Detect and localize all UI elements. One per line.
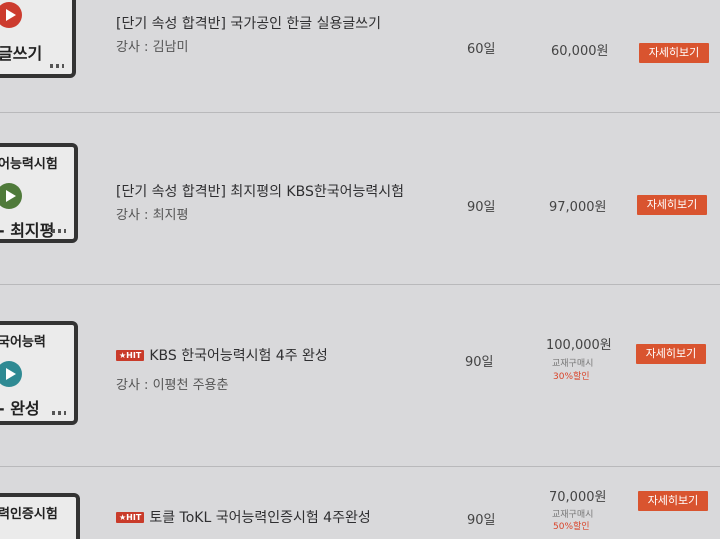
- hit-badge: ★HIT: [116, 512, 145, 523]
- course-days: 90일: [465, 355, 494, 370]
- thumbnail-text: - 완성: [0, 399, 40, 418]
- course-days: 90일: [467, 200, 496, 215]
- course-title-text: 토클 ToKL 국어능력인증시험 4주완성: [149, 510, 371, 526]
- dots-icon: [52, 411, 66, 415]
- play-icon: [0, 183, 22, 209]
- hit-badge: ★HIT: [116, 350, 145, 361]
- course-teacher: 강사 : 최지평: [116, 208, 189, 223]
- thumbnail-text: 력인증시험: [0, 507, 58, 522]
- play-icon: [0, 2, 22, 28]
- course-list: 글쓰기 [단기 속성 합격반] 국가공인 한글 실용글쓰기 강사 : 김남미 6…: [0, 0, 720, 539]
- thumbnail-text: 국어능력: [0, 335, 46, 350]
- course-days: 90일: [467, 513, 496, 528]
- thumbnail-text: 글쓰기: [0, 44, 43, 63]
- course-days: 60일: [467, 42, 496, 57]
- course-title[interactable]: [단기 속성 합격반] 최지평의 KBS한국어능력시험: [116, 181, 404, 201]
- course-thumbnail[interactable]: 어능력시험 - 최지평: [0, 143, 78, 243]
- detail-button[interactable]: 자세히보기: [638, 491, 708, 511]
- course-teacher: 강사 : 이평천 주용춘: [116, 378, 229, 393]
- dots-icon: [52, 229, 66, 233]
- course-thumbnail[interactable]: 력인증시험: [0, 493, 80, 539]
- course-row: 국어능력 - 완성 ★HIT KBS 한국어능력시험 4주 완성 강사 : 이평천…: [0, 285, 720, 465]
- course-teacher: 강사 : 김남미: [116, 40, 189, 55]
- course-price: 97,000원: [549, 200, 607, 215]
- detail-button[interactable]: 자세히보기: [636, 344, 706, 364]
- course-price: 100,000원: [546, 338, 612, 353]
- course-row: 글쓰기 [단기 속성 합격반] 국가공인 한글 실용글쓰기 강사 : 김남미 6…: [0, 0, 720, 112]
- course-price: 60,000원: [551, 44, 609, 59]
- course-title[interactable]: [단기 속성 합격반] 국가공인 한글 실용글쓰기: [116, 13, 381, 33]
- course-row: 력인증시험 ★HIT 토클 ToKL 국어능력인증시험 4주완성 90일 70,0…: [0, 467, 720, 539]
- course-row: 어능력시험 - 최지평 [단기 속성 합격반] 최지평의 KBS한국어능력시험 …: [0, 113, 720, 283]
- course-thumbnail[interactable]: 국어능력 - 완성: [0, 321, 78, 425]
- course-title-text: KBS 한국어능력시험 4주 완성: [149, 348, 328, 364]
- play-icon: [0, 361, 22, 387]
- discount-rate: 50%할인: [553, 522, 590, 532]
- discount-rate: 30%할인: [553, 372, 590, 382]
- thumbnail-text: - 최지평: [0, 221, 55, 240]
- dots-icon: [50, 64, 64, 68]
- course-thumbnail[interactable]: 글쓰기: [0, 0, 76, 78]
- course-price: 70,000원: [549, 490, 607, 505]
- detail-button[interactable]: 자세히보기: [637, 195, 707, 215]
- course-title[interactable]: ★HIT KBS 한국어능력시험 4주 완성: [116, 345, 328, 365]
- detail-button[interactable]: 자세히보기: [639, 43, 709, 63]
- course-title[interactable]: ★HIT 토클 ToKL 국어능력인증시험 4주완성: [116, 507, 371, 527]
- thumbnail-text: 어능력시험: [0, 157, 58, 172]
- discount-note: 교재구매시: [552, 359, 594, 369]
